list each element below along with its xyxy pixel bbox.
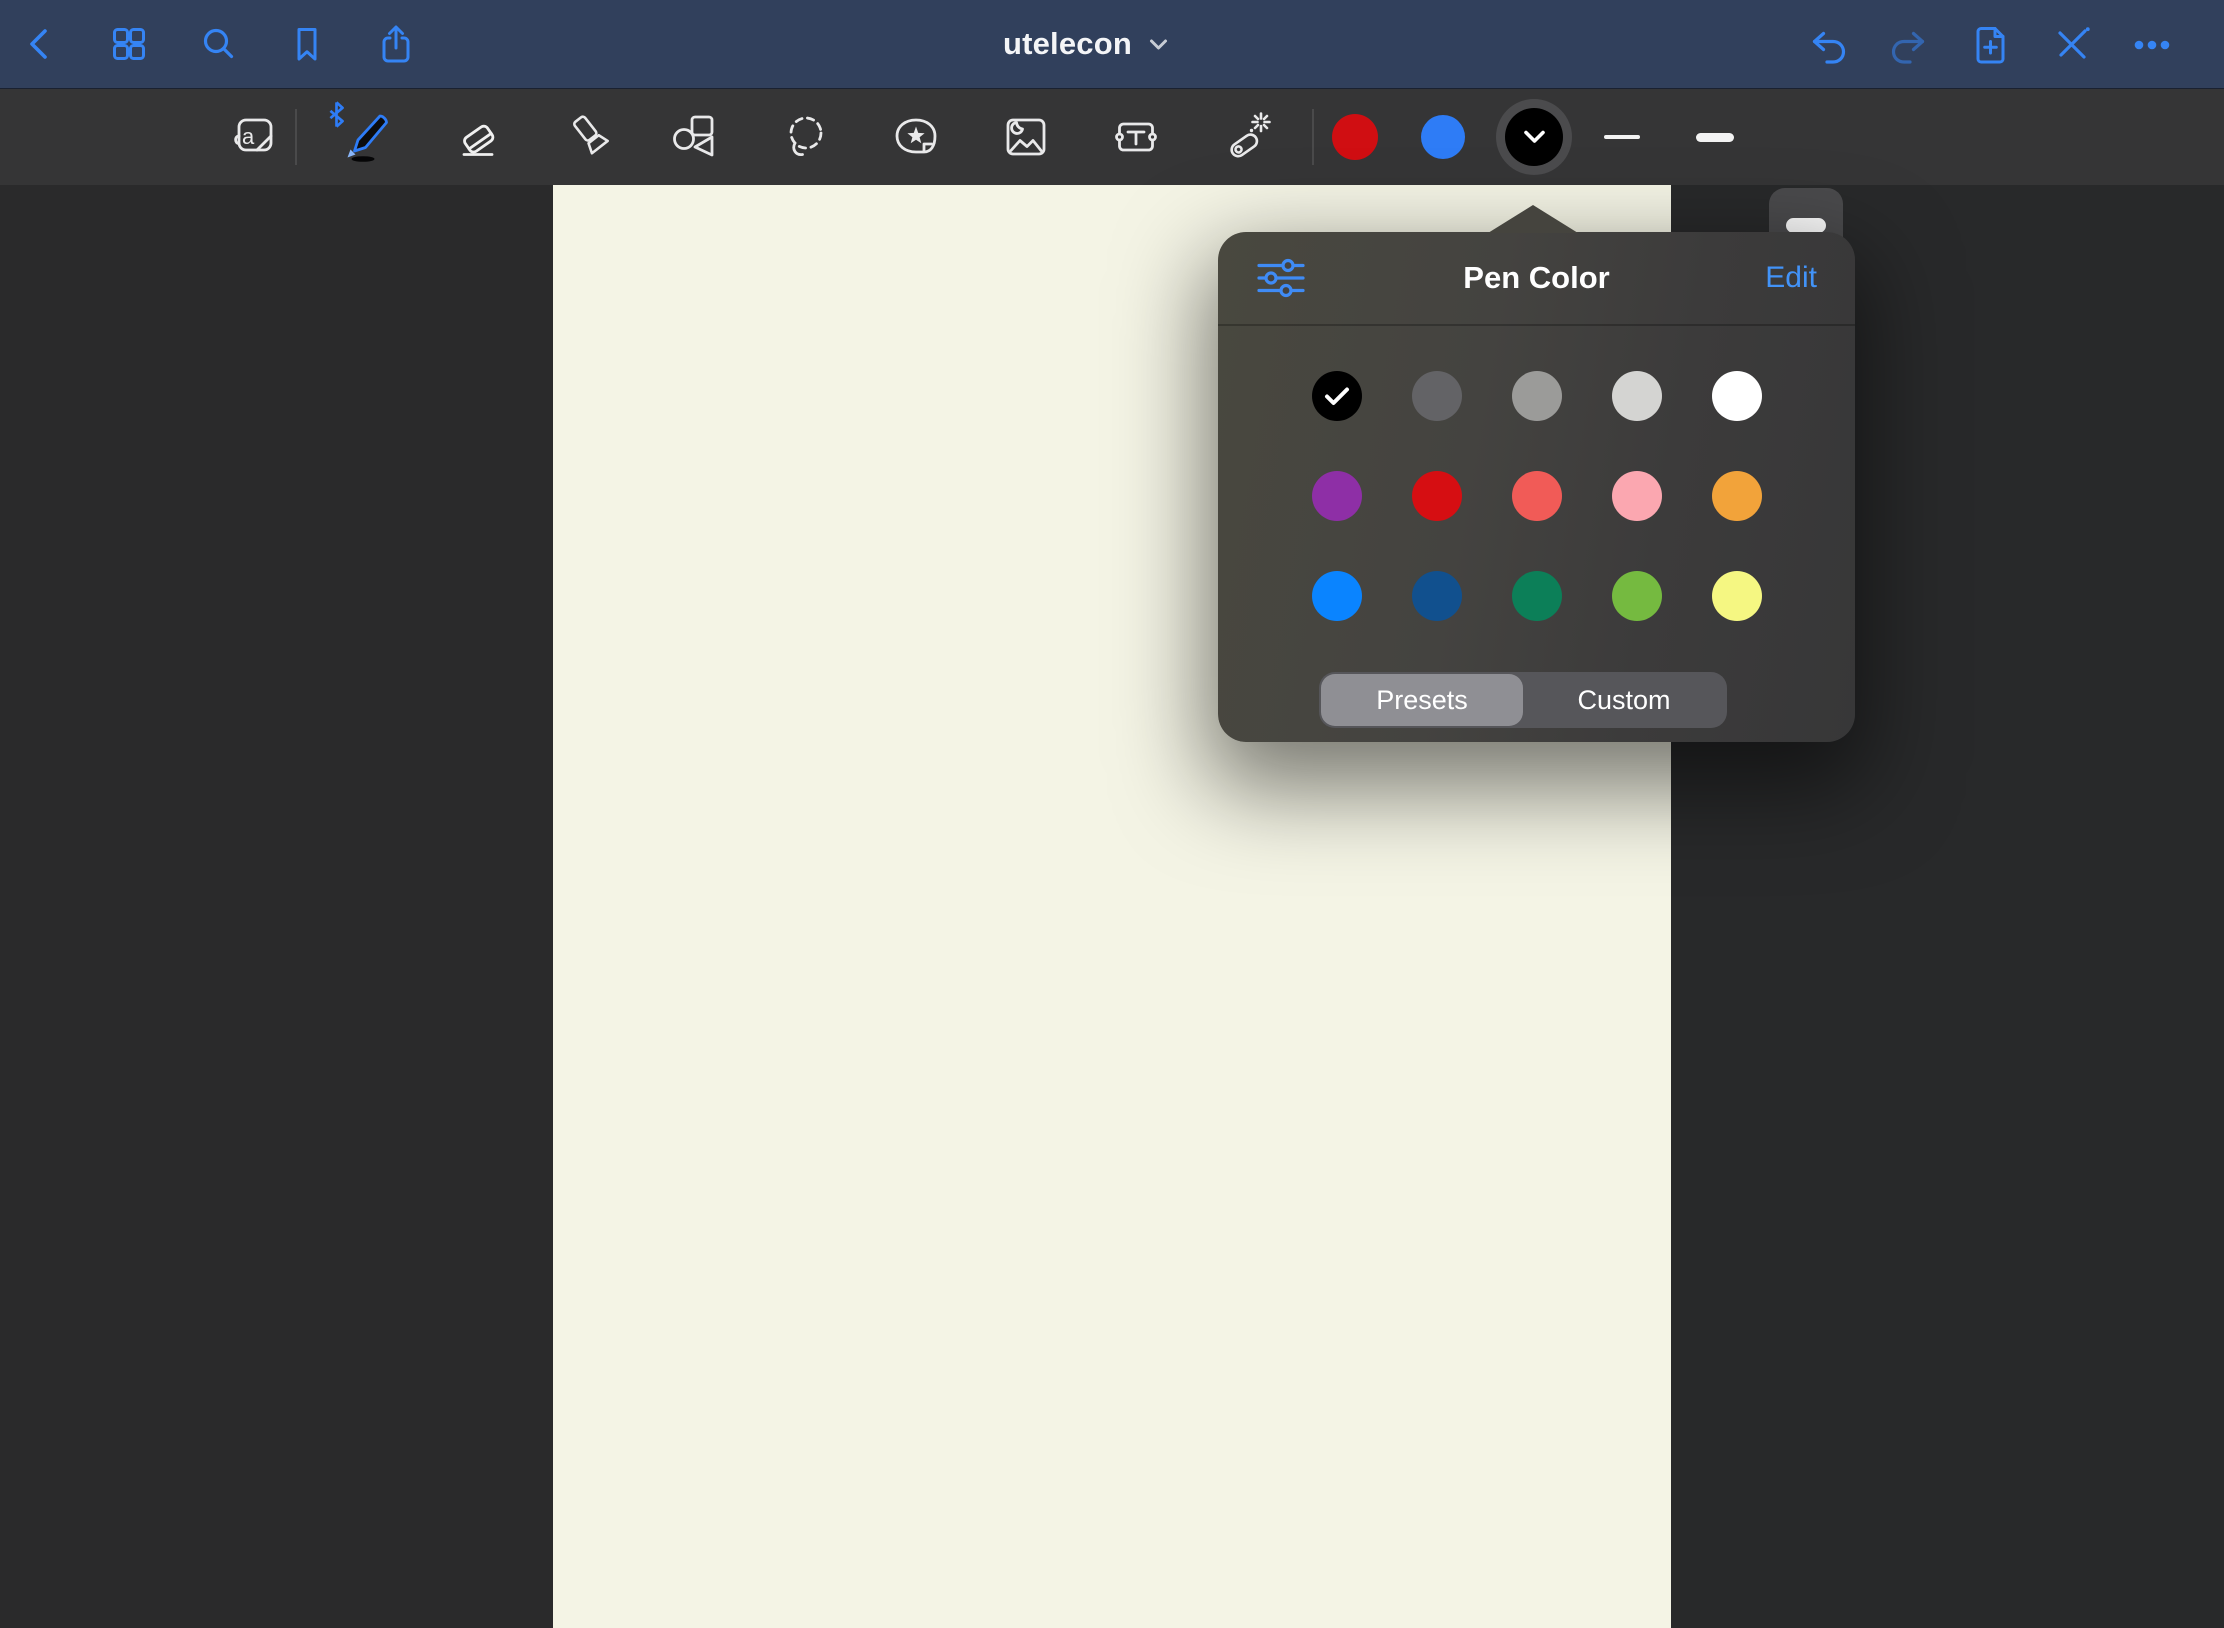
add-page-button[interactable] (1968, 22, 2012, 66)
search-icon (196, 22, 240, 66)
color-swatch-white[interactable] (1712, 371, 1762, 421)
document-title: utelecon (1003, 26, 1132, 62)
thumbnails-button[interactable] (107, 22, 151, 66)
svg-text:a: a (242, 124, 255, 149)
quick-color-blue[interactable] (1421, 115, 1465, 159)
color-swatch-teal[interactable] (1512, 571, 1562, 621)
color-swatch-black-selected[interactable] (1312, 371, 1362, 421)
navbar-left-group (18, 22, 418, 66)
tools-toolbar: a (0, 88, 2224, 185)
zoom-window-tool[interactable]: a (226, 109, 282, 165)
color-swatch-gray[interactable] (1512, 371, 1562, 421)
bookmark-button[interactable] (285, 22, 329, 66)
stroke-medium-button[interactable] (1688, 110, 1742, 164)
lasso-icon (778, 109, 834, 165)
share-icon (374, 22, 418, 66)
shapes-tool[interactable] (668, 109, 724, 165)
eraser-icon (450, 109, 506, 165)
undo-button[interactable] (1806, 22, 1850, 66)
presets-custom-segmented-control: PresetsCustom (1319, 672, 1727, 728)
add-page-icon (1968, 22, 2012, 66)
color-swatch-pink[interactable] (1612, 471, 1662, 521)
color-swatch-orange[interactable] (1712, 471, 1762, 521)
medium-stroke-icon (1696, 133, 1734, 142)
redo-button[interactable] (1887, 22, 1931, 66)
toolbar-divider (295, 109, 297, 165)
pen-tool[interactable] (330, 109, 400, 165)
color-swatch-blue[interactable] (1312, 571, 1362, 621)
bookmark-icon (285, 22, 329, 66)
popover-header: Pen Color Edit (1218, 232, 1855, 326)
tab-custom[interactable]: Custom (1523, 674, 1725, 726)
read-only-toggle-button[interactable] (2049, 22, 2093, 66)
navbar: utelecon (0, 0, 2224, 88)
popover-title: Pen Color (1218, 260, 1855, 296)
navbar-right-group (1806, 22, 2174, 66)
tab-presets-selected[interactable]: Presets (1321, 674, 1523, 726)
pen-color-popover: Pen Color Edit PresetsCustom (1218, 232, 1855, 742)
color-swatch-coral[interactable] (1512, 471, 1562, 521)
lasso-tool[interactable] (778, 109, 834, 165)
stroke-thin-button[interactable] (1595, 110, 1649, 164)
thin-stroke-icon (1604, 135, 1640, 139)
more-button[interactable] (2130, 22, 2174, 66)
chevron-down-icon (1148, 37, 1169, 52)
shapes-icon (668, 109, 724, 165)
color-swatch-navy[interactable] (1412, 571, 1462, 621)
swatch-row (1218, 571, 1855, 621)
sticker-tool[interactable] (888, 109, 944, 165)
check-icon (1324, 386, 1350, 406)
sliders-icon[interactable] (1256, 258, 1306, 298)
swatch-row (1218, 471, 1855, 521)
color-palette (1218, 371, 1855, 621)
quick-color-red[interactable] (1332, 114, 1378, 160)
share-button[interactable] (374, 22, 418, 66)
laser-pointer-tool[interactable] (1218, 109, 1274, 165)
color-swatch-green[interactable] (1612, 571, 1662, 621)
pen-icon (337, 109, 393, 165)
document-title-menu[interactable]: utelecon (1003, 26, 1169, 62)
selected-color-dot (1505, 108, 1563, 166)
highlighter-icon (562, 109, 618, 165)
chevron-down-icon (1523, 130, 1546, 144)
color-swatch-light-gray[interactable] (1612, 371, 1662, 421)
pen-crossed-icon (2049, 22, 2093, 66)
chevron-left-icon (18, 22, 62, 66)
page-grid-icon (107, 22, 151, 66)
redo-icon (1887, 22, 1931, 66)
eraser-tool[interactable] (450, 109, 506, 165)
undo-icon (1806, 22, 1850, 66)
toolbar-divider (1312, 109, 1314, 165)
bluetooth-icon (328, 101, 345, 128)
edit-link[interactable]: Edit (1765, 261, 1817, 295)
highlighter-tool[interactable] (562, 109, 618, 165)
text-tool[interactable] (1108, 109, 1164, 165)
color-swatch-yellow[interactable] (1712, 571, 1762, 621)
search-button[interactable] (196, 22, 240, 66)
text-icon (1108, 109, 1164, 165)
ellipsis-icon (2130, 22, 2174, 66)
image-icon (998, 109, 1054, 165)
color-swatch-purple[interactable] (1312, 471, 1362, 521)
color-swatch-red[interactable] (1412, 471, 1462, 521)
image-tool[interactable] (998, 109, 1054, 165)
sticker-icon (888, 109, 944, 165)
back-button[interactable] (18, 22, 62, 66)
zoom-window-icon: a (226, 109, 282, 165)
quick-color-black-selected[interactable] (1496, 99, 1572, 175)
laser-pointer-icon (1218, 109, 1274, 165)
color-swatch-dark-gray[interactable] (1412, 371, 1462, 421)
thick-stroke-icon (1786, 218, 1826, 233)
swatch-row (1218, 371, 1855, 421)
